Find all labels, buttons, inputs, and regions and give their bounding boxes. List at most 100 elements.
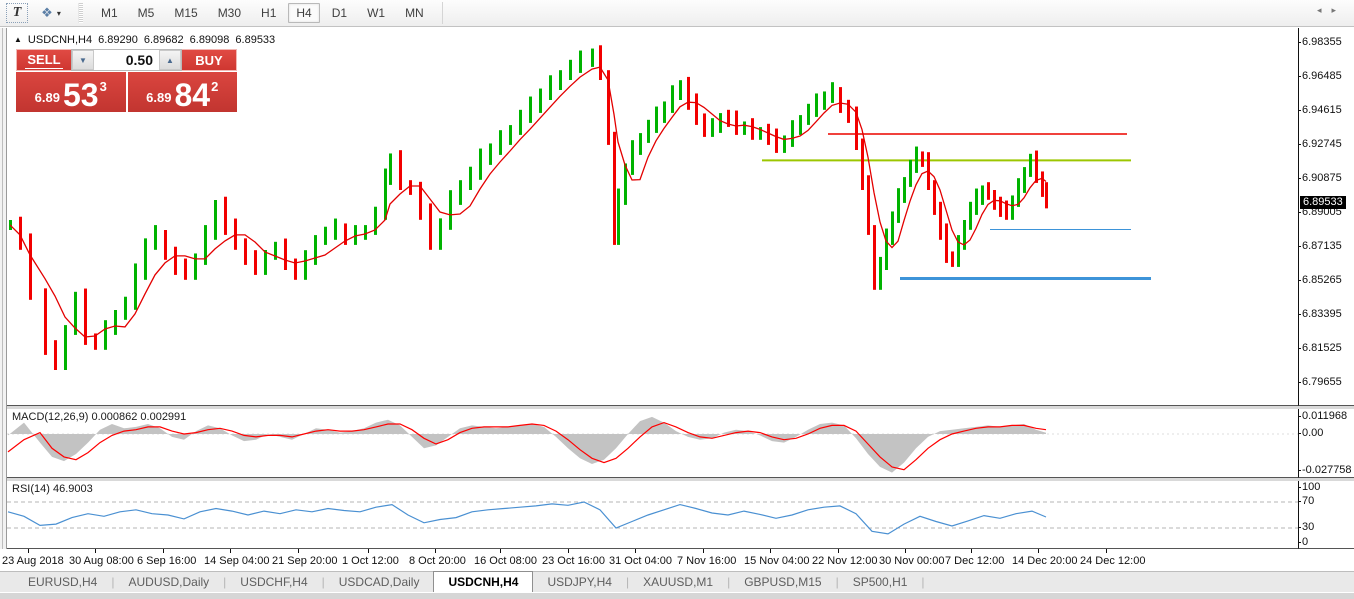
- date-axis-label: 31 Oct 04:00: [609, 555, 672, 567]
- bull-candle: [509, 125, 512, 145]
- bull-candle: [334, 218, 337, 240]
- symbol-tab-sp500-h1[interactable]: SP500,H1: [839, 572, 922, 592]
- timeframe-toolbar: M1 M5 M15 M30 H1 H4 D1 W1 MN: [91, 3, 434, 23]
- symbol-tab-xauusd-m1[interactable]: XAUUSD,M1: [629, 572, 727, 592]
- symbol-tab-usdcnh-h4[interactable]: USDCNH,H4: [433, 571, 534, 592]
- date-axis-label: 14 Dec 20:00: [1012, 555, 1078, 567]
- bear-candle: [19, 216, 22, 250]
- bull-candle: [915, 146, 918, 173]
- bull-candle: [1011, 195, 1014, 220]
- timeframe-button-d1[interactable]: D1: [324, 3, 355, 23]
- bull-candle: [1023, 167, 1026, 193]
- sell-quote[interactable]: 6.89 53 3: [16, 72, 126, 112]
- volume-decrease-button[interactable]: ▼: [72, 50, 94, 70]
- timeframe-button-m1[interactable]: M1: [93, 3, 126, 23]
- price-axis-tick: 6.81525: [1298, 342, 1342, 354]
- price-axis-tick: 6.96485: [1298, 70, 1342, 82]
- bull-candle: [743, 121, 746, 135]
- tab-separator: |: [921, 575, 925, 589]
- bull-candle: [897, 188, 900, 223]
- price-axis-tick: 6.87135: [1298, 240, 1342, 252]
- bear-candle: [945, 223, 948, 263]
- bear-candle: [687, 76, 690, 110]
- bull-candle: [831, 82, 834, 103]
- bull-candle: [807, 103, 810, 125]
- bear-candle: [174, 246, 177, 275]
- collapse-panel-icon[interactable]: ▲: [14, 35, 22, 46]
- macd-panel[interactable]: MACD(12,26,9) 0.000862 0.002991: [7, 409, 1298, 478]
- sell-button[interactable]: SELL: [16, 49, 71, 71]
- ohlc-open: 6.89290: [98, 34, 138, 46]
- bull-candle: [364, 225, 367, 240]
- rsi-line: [7, 501, 1047, 535]
- symbol-tab-usdjpy-h4[interactable]: USDJPY,H4: [533, 572, 625, 592]
- bear-candle: [933, 180, 936, 215]
- bull-candle: [64, 325, 67, 370]
- date-axis-label: 7 Nov 16:00: [677, 555, 737, 567]
- bear-candle: [939, 201, 942, 240]
- tab-scroll-buttons: ◂ ▸: [1317, 0, 1336, 21]
- date-axis-label: 14 Sep 04:00: [204, 555, 270, 567]
- current-price-tag: 6.89533: [1300, 196, 1346, 209]
- timeframe-button-m30[interactable]: M30: [210, 3, 249, 23]
- tab-scroll-left-icon[interactable]: ◂: [1317, 5, 1322, 16]
- rsi-axis-tick: 70: [1297, 495, 1315, 507]
- bull-candle: [885, 228, 888, 270]
- symbol-tab-usdchf-h4[interactable]: USDCHF,H4: [226, 572, 321, 592]
- macd-axis-tick: 0.011968: [1297, 410, 1348, 422]
- volume-input[interactable]: 0.50: [94, 50, 159, 70]
- arrows-tool-button[interactable]: ❖ ▾: [34, 3, 68, 23]
- date-tick-mark: [1038, 549, 1039, 553]
- bull-candle: [539, 88, 542, 113]
- symbol-tab-audusd-daily[interactable]: AUDUSD,Daily: [114, 572, 223, 592]
- bear-candle: [184, 258, 187, 280]
- bear-candle: [1035, 150, 1038, 183]
- symbol-tab-bar: EURUSD,H4 | AUDUSD,Daily | USDCHF,H4 | USDCAD,…: [0, 571, 1354, 592]
- macd-label: MACD(12,26,9) 0.000862 0.002991: [12, 411, 187, 423]
- price-chart-plot[interactable]: ▲ USDCNH,H4 6.89290 6.89682 6.89098 6.89…: [7, 28, 1298, 406]
- symbol-tab-usdcad-daily[interactable]: USDCAD,Daily: [325, 572, 434, 592]
- price-axis-tick: 6.90875: [1298, 172, 1342, 184]
- bull-candle: [879, 256, 882, 290]
- date-tick-mark: [298, 549, 299, 553]
- symbol-tab-eurusd-h4[interactable]: EURUSD,H4: [14, 572, 111, 592]
- macd-axis-tick: 0.00: [1297, 427, 1324, 439]
- volume-increase-button[interactable]: ▲: [159, 50, 181, 70]
- buy-button[interactable]: BUY: [182, 49, 237, 71]
- timeframe-button-m5[interactable]: M5: [130, 3, 163, 23]
- bear-candle: [703, 113, 706, 137]
- timeframe-button-w1[interactable]: W1: [359, 3, 393, 23]
- toolbar: T ❖ ▾ M1 M5 M15 M30 H1 H4 D1 W1 MN: [0, 0, 1354, 27]
- text-tool-button[interactable]: T: [6, 3, 28, 23]
- timeframe-button-mn[interactable]: MN: [397, 3, 432, 23]
- timeframe-button-h4[interactable]: H4: [288, 3, 320, 23]
- volume-box: ▼ 0.50 ▲: [71, 49, 182, 71]
- bull-candle: [304, 250, 307, 280]
- bear-candle: [44, 288, 47, 355]
- bull-candle: [903, 177, 906, 203]
- bull-candle: [671, 85, 674, 113]
- bull-candle: [1029, 153, 1032, 177]
- bear-candle: [1045, 182, 1048, 209]
- buy-quote[interactable]: 6.89 84 2: [127, 72, 237, 112]
- symbol-tab-gbpusd-m15[interactable]: GBPUSD,M15: [730, 572, 835, 592]
- price-axis-tick: 6.92745: [1298, 138, 1342, 150]
- timeframe-button-m15[interactable]: M15: [166, 3, 205, 23]
- chart-symbol-label: USDCNH,H4: [27, 34, 93, 46]
- date-axis: 23 Aug 2018 30 Aug 08:00 6 Sep 16:00 14 Sep…: [0, 549, 1354, 571]
- arrows-tool-icon: ❖: [41, 5, 53, 20]
- tab-scroll-right-icon[interactable]: ▸: [1331, 5, 1336, 16]
- date-tick-mark: [163, 549, 164, 553]
- price-axis: 6.98355 6.96485 6.94615 6.92745 6.90875 6.890…: [1298, 28, 1354, 422]
- timeframe-button-h1[interactable]: H1: [253, 3, 284, 23]
- bear-candle: [775, 128, 778, 153]
- bull-candle: [324, 226, 327, 245]
- bull-candle: [314, 235, 317, 265]
- chevron-down-icon[interactable]: ▾: [57, 9, 61, 18]
- bear-candle: [284, 238, 287, 270]
- bull-candle: [384, 168, 387, 220]
- macd-histogram: [8, 416, 1046, 473]
- rsi-panel[interactable]: RSI(14) 46.9003: [7, 481, 1298, 549]
- bear-candle: [999, 196, 1002, 217]
- bull-candle: [499, 130, 502, 155]
